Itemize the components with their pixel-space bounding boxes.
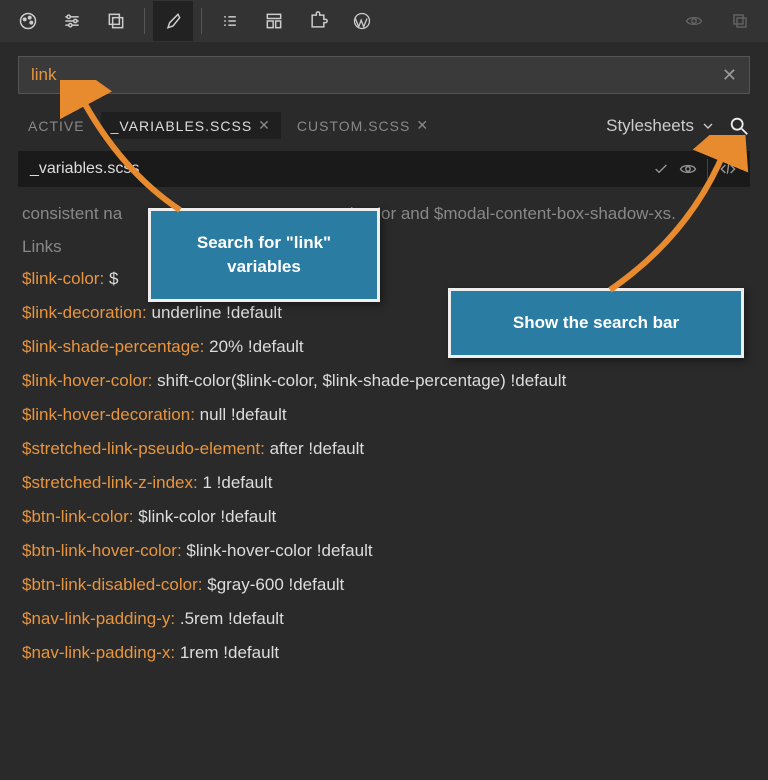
- var-name: $btn-link-hover-color: [22, 541, 177, 560]
- toolbar-divider: [144, 8, 145, 34]
- section-label: Links: [22, 237, 746, 257]
- eye-icon[interactable]: [679, 160, 697, 178]
- var-value: shift-color($link-color, $link-shade-per…: [157, 371, 566, 390]
- var-name: $nav-link-padding-x: [22, 643, 170, 662]
- check-icon[interactable]: [653, 161, 669, 177]
- variable-line[interactable]: $link-hover-decoration: null !default: [22, 405, 746, 425]
- variable-line[interactable]: $nav-link-padding-x: 1rem !default: [22, 643, 746, 663]
- file-name: _variables.scss: [30, 160, 653, 178]
- var-name: $stretched-link-z-index: [22, 473, 193, 492]
- var-name: $btn-link-color: [22, 507, 129, 526]
- var-name: $stretched-link-pseudo-element: [22, 439, 260, 458]
- wordpress-icon[interactable]: [342, 1, 382, 41]
- var-value: underline !default: [151, 303, 281, 322]
- var-value: 20% !default: [209, 337, 304, 356]
- divider: [707, 159, 708, 179]
- palette-icon[interactable]: [8, 1, 48, 41]
- variable-line[interactable]: $nav-link-padding-y: .5rem !default: [22, 609, 746, 629]
- variable-line[interactable]: $btn-link-color: $link-color !default: [22, 507, 746, 527]
- tab-custom[interactable]: CUSTOM.SCSS ✕: [287, 112, 439, 139]
- eye-icon[interactable]: [674, 1, 714, 41]
- search-toggle-icon[interactable]: [728, 115, 750, 137]
- search-box[interactable]: ✕: [18, 56, 750, 94]
- list-icon[interactable]: [210, 1, 250, 41]
- close-icon[interactable]: ✕: [258, 117, 271, 134]
- tab-label: ACTIVE: [28, 118, 85, 134]
- variable-line[interactable]: $btn-link-disabled-color: $gray-600 !def…: [22, 575, 746, 595]
- var-name: $nav-link-padding-y: [22, 609, 170, 628]
- puzzle-icon[interactable]: [298, 1, 338, 41]
- tabs-row: ACTIVE _VARIABLES.SCSS ✕ CUSTOM.SCSS ✕ S…: [0, 104, 768, 151]
- var-name: $btn-link-disabled-color: [22, 575, 198, 594]
- var-value: $link-hover-color !default: [186, 541, 372, 560]
- main-toolbar: [0, 0, 768, 42]
- search-input[interactable]: [31, 65, 722, 85]
- search-row: ✕: [0, 42, 768, 104]
- tab-label: _VARIABLES.SCSS: [111, 118, 253, 134]
- variable-line[interactable]: $stretched-link-z-index: 1 !default: [22, 473, 746, 493]
- sliders-icon[interactable]: [52, 1, 92, 41]
- var-name: $link-hover-color: [22, 371, 148, 390]
- tab-active[interactable]: ACTIVE: [18, 113, 95, 139]
- copy-icon[interactable]: [720, 1, 760, 41]
- variable-line[interactable]: $link-hover-color: shift-color($link-col…: [22, 371, 746, 391]
- var-name: $link-decoration: [22, 303, 142, 322]
- var-value: $: [109, 269, 118, 288]
- variable-line[interactable]: $btn-link-hover-color: $link-hover-color…: [22, 541, 746, 561]
- callout-search-variables: Search for "link" variables: [148, 208, 380, 302]
- var-name: $link-color: [22, 269, 99, 288]
- var-value: 1 !default: [202, 473, 272, 492]
- chevron-down-icon: [700, 118, 716, 134]
- file-header: _variables.scss: [18, 151, 750, 187]
- content-area: consistent naxxxxxxxxxxxxxxxxxxxxxxxxxed…: [0, 187, 768, 691]
- stylesheets-dropdown[interactable]: Stylesheets: [606, 116, 716, 136]
- var-name: $link-shade-percentage: [22, 337, 200, 356]
- var-value: $gray-600 !default: [207, 575, 344, 594]
- callout-show-search: Show the search bar: [448, 288, 744, 358]
- brush-icon[interactable]: [153, 1, 193, 41]
- var-value: after !default: [270, 439, 365, 458]
- description-text: consistent naxxxxxxxxxxxxxxxxxxxxxxxxxed…: [22, 201, 746, 227]
- close-icon[interactable]: ✕: [416, 117, 429, 134]
- toolbar-divider: [201, 8, 202, 34]
- variable-line[interactable]: $link-color: $: [22, 269, 746, 289]
- var-name: $link-hover-decoration: [22, 405, 190, 424]
- var-value: null !default: [200, 405, 287, 424]
- layers-icon[interactable]: [96, 1, 136, 41]
- tab-label: CUSTOM.SCSS: [297, 118, 410, 134]
- variable-line[interactable]: $stretched-link-pseudo-element: after !d…: [22, 439, 746, 459]
- var-value: 1rem !default: [180, 643, 279, 662]
- layout-icon[interactable]: [254, 1, 294, 41]
- code-icon[interactable]: [718, 161, 738, 177]
- tab-variables[interactable]: _VARIABLES.SCSS ✕: [101, 112, 281, 139]
- var-value: $link-color !default: [138, 507, 276, 526]
- var-value: .5rem !default: [180, 609, 284, 628]
- dropdown-label: Stylesheets: [606, 116, 694, 136]
- close-icon[interactable]: ✕: [722, 65, 737, 86]
